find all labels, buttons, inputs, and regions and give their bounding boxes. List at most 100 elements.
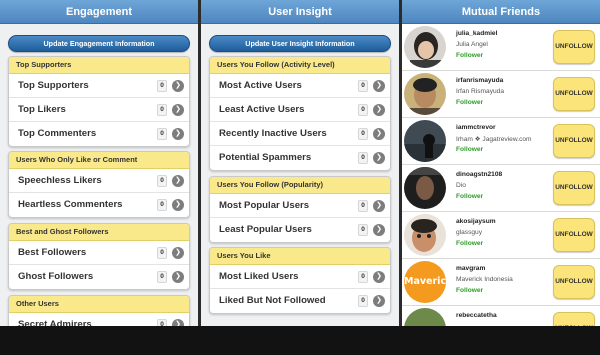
avatar: [404, 167, 446, 209]
chevron-right-icon: ❯: [373, 295, 385, 307]
friend-username: akosijaysum: [456, 218, 496, 225]
section-activity-level: Users You Follow (Activity Level) Most A…: [209, 56, 391, 171]
unfollow-button[interactable]: UNFOLLOW: [553, 124, 595, 158]
avatar: [404, 73, 446, 115]
chevron-right-icon: ❯: [373, 80, 385, 92]
section-header: Users You Follow (Popularity): [210, 177, 390, 194]
count-badge: 0: [157, 104, 167, 116]
list-item-least-active[interactable]: Least Active Users 0 ❯: [210, 98, 390, 122]
list-item-least-popular[interactable]: Least Popular Users 0 ❯: [210, 218, 390, 242]
count-badge: 0: [358, 271, 368, 283]
section-header: Other Users: [9, 296, 189, 313]
friend-name: Julia Angel: [456, 41, 488, 48]
item-label: Secret Admirers: [18, 319, 92, 326]
count-badge: 0: [358, 224, 368, 236]
friend-row[interactable]: irfanrismayuda Irfan Rismayuda Follower …: [402, 71, 600, 118]
maverick-logo: Maverick: [404, 276, 446, 287]
list-item-potential-spammers[interactable]: Potential Spammers 0 ❯: [210, 146, 390, 170]
item-label: Speechless Likers: [18, 175, 102, 186]
user-insight-panel: User Insight Update User Insight Informa…: [201, 0, 399, 326]
list-item-top-supporters[interactable]: Top Supporters 0 ❯: [9, 74, 189, 98]
friend-username: irfanrismayuda: [456, 77, 504, 84]
section-header: Top Supporters: [9, 57, 189, 74]
friend-name: Maverick Indonesia: [456, 276, 513, 283]
friend-name: Dio: [456, 182, 466, 189]
follower-status: Follower: [456, 52, 484, 59]
list-item-most-active[interactable]: Most Active Users 0 ❯: [210, 74, 390, 98]
list-item-top-commenters[interactable]: Top Commenters 0 ❯: [9, 122, 189, 146]
chevron-right-icon: ❯: [172, 319, 184, 326]
list-item-liked-not-followed[interactable]: Liked But Not Followed 0 ❯: [210, 289, 390, 313]
unfollow-button[interactable]: UNFOLLOW: [553, 30, 595, 64]
list-item-secret-admirers[interactable]: Secret Admirers 0 ❯: [9, 313, 189, 326]
item-label: Potential Spammers: [219, 152, 312, 163]
section-popularity: Users You Follow (Popularity) Most Popul…: [209, 176, 391, 243]
item-label: Liked But Not Followed: [219, 295, 326, 306]
list-item-most-popular[interactable]: Most Popular Users 0 ❯: [210, 194, 390, 218]
friend-row[interactable]: julia_kadmiel Julia Angel Follower UNFOL…: [402, 24, 600, 71]
follower-status: Follower: [456, 240, 484, 247]
count-badge: 0: [358, 80, 368, 92]
engagement-title: Engagement: [0, 0, 198, 24]
count-badge: 0: [157, 199, 167, 211]
update-engagement-button[interactable]: Update Engagement Information: [8, 35, 190, 52]
section-header: Best and Ghost Followers: [9, 224, 189, 241]
chevron-right-icon: ❯: [373, 200, 385, 212]
count-badge: 0: [157, 319, 167, 326]
section-header: Users You Follow (Activity Level): [210, 57, 390, 74]
section-other-users: Other Users Secret Admirers 0 ❯: [8, 295, 190, 326]
avatar: [404, 26, 446, 68]
list-item-best-followers[interactable]: Best Followers 0 ❯: [9, 241, 189, 265]
chevron-right-icon: ❯: [373, 104, 385, 116]
unfollow-button[interactable]: UNFOLLOW: [553, 218, 595, 252]
item-label: Most Active Users: [219, 80, 302, 91]
avatar: [404, 308, 446, 326]
list-item-top-likers[interactable]: Top Likers 0 ❯: [9, 98, 189, 122]
friend-username: mavgram: [456, 265, 486, 272]
chevron-right-icon: ❯: [172, 175, 184, 187]
avatar: [404, 214, 446, 256]
chevron-right-icon: ❯: [373, 152, 385, 164]
list-item-recently-inactive[interactable]: Recently Inactive Users 0 ❯: [210, 122, 390, 146]
unfollow-button[interactable]: UNFOLLOW: [553, 171, 595, 205]
friend-name: Irfan Rismayuda: [456, 88, 505, 95]
friend-row[interactable]: Maverick mavgram Maverick Indonesia Foll…: [402, 259, 600, 306]
friend-row[interactable]: akosijaysum glassguy Follower UNFOLLOW: [402, 212, 600, 259]
unfollow-button[interactable]: UNFOLLOW: [553, 265, 595, 299]
user-insight-title: User Insight: [201, 0, 399, 24]
bottom-bar: [0, 326, 600, 355]
count-badge: 0: [157, 175, 167, 187]
update-insight-button[interactable]: Update User Insight Information: [209, 35, 391, 52]
mutual-friends-title: Mutual Friends: [402, 0, 600, 24]
item-label: Top Supporters: [18, 80, 89, 91]
section-only-like-or-comment: Users Who Only Like or Comment Speechles…: [8, 151, 190, 218]
friend-username: julia_kadmiel: [456, 30, 498, 37]
friend-name: Irham ❖ Jagatreview.com: [456, 136, 532, 143]
section-users-you-like: Users You Like Most Liked Users 0 ❯ Like…: [209, 247, 391, 314]
item-label: Heartless Commenters: [18, 199, 123, 210]
item-label: Most Liked Users: [219, 271, 299, 282]
list-item-most-liked[interactable]: Most Liked Users 0 ❯: [210, 265, 390, 289]
friend-row[interactable]: dinoagstn2108 Dio Follower UNFOLLOW: [402, 165, 600, 212]
avatar: Maverick: [404, 261, 446, 303]
chevron-right-icon: ❯: [373, 271, 385, 283]
unfollow-button[interactable]: UNFOLLOW: [553, 312, 595, 326]
count-badge: 0: [358, 295, 368, 307]
friend-row[interactable]: iammctrevor Irham ❖ Jagatreview.com Foll…: [402, 118, 600, 165]
list-item-ghost-followers[interactable]: Ghost Followers 0 ❯: [9, 265, 189, 289]
chevron-right-icon: ❯: [373, 128, 385, 140]
count-badge: 0: [358, 104, 368, 116]
count-badge: 0: [157, 271, 167, 283]
list-item-speechless-likers[interactable]: Speechless Likers 0 ❯: [9, 169, 189, 193]
item-label: Most Popular Users: [219, 200, 310, 211]
mutual-friends-panel: Mutual Friends julia_kadmiel Julia Angel…: [402, 0, 600, 326]
friend-username: dinoagstn2108: [456, 171, 503, 178]
count-badge: 0: [157, 80, 167, 92]
chevron-right-icon: ❯: [172, 247, 184, 259]
count-badge: 0: [358, 128, 368, 140]
item-label: Top Likers: [18, 104, 66, 115]
unfollow-button[interactable]: UNFOLLOW: [553, 77, 595, 111]
list-item-heartless-commenters[interactable]: Heartless Commenters 0 ❯: [9, 193, 189, 217]
section-best-ghost-followers: Best and Ghost Followers Best Followers …: [8, 223, 190, 290]
friend-row[interactable]: rebeccatetha UNFOLLOW: [402, 306, 600, 326]
